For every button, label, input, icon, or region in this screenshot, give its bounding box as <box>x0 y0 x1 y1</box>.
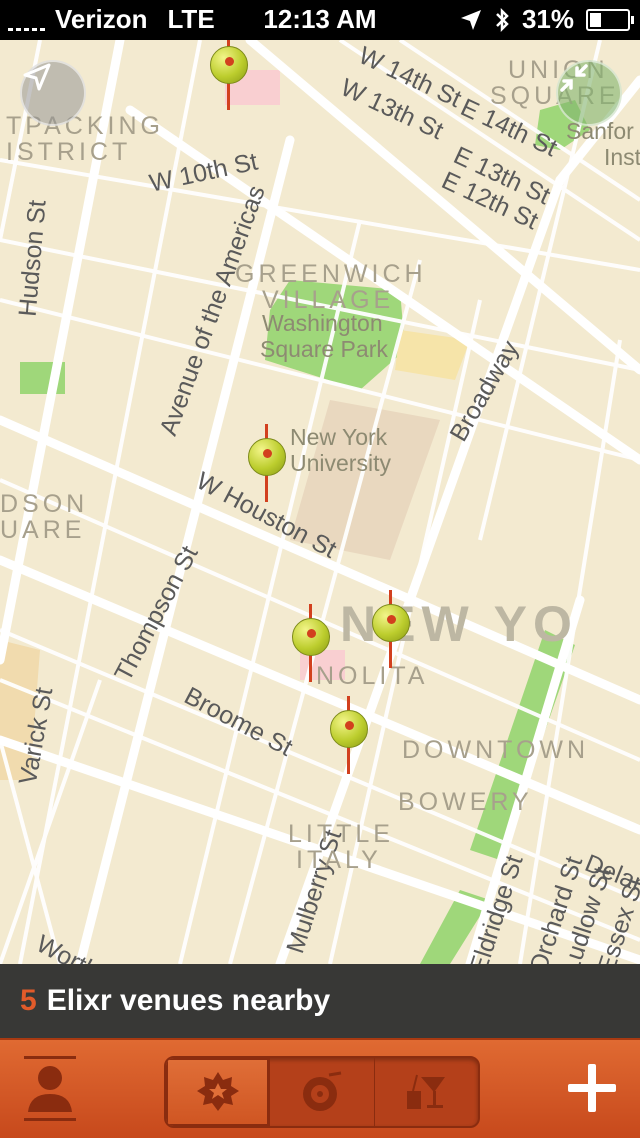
collapse-map-button[interactable] <box>556 60 622 126</box>
tab-venues[interactable] <box>166 1058 271 1126</box>
tab-drinks[interactable] <box>375 1058 478 1126</box>
area-label: GREENWICH <box>235 260 427 288</box>
bluetooth-icon <box>496 7 509 32</box>
place-label: Inst <box>604 144 640 170</box>
place-label: Square Park <box>260 336 388 362</box>
collapse-arrows-icon <box>560 64 588 92</box>
area-label: ISTRICT <box>6 138 132 166</box>
battery-percent: 31% <box>521 4 574 34</box>
venue-count: 5 <box>20 984 37 1017</box>
venue-pin[interactable] <box>292 604 332 684</box>
mode-segmented-control <box>164 1056 480 1128</box>
add-button[interactable] <box>564 1060 620 1116</box>
status-bar: Verizon LTE 12:13 AM 31% <box>0 0 640 40</box>
venues-nearby-banner[interactable]: 5 Elixr venues nearby <box>0 964 640 1038</box>
area-label: DSON <box>0 490 89 518</box>
battery-icon <box>586 8 634 31</box>
venue-pin[interactable] <box>210 40 250 112</box>
place-label: University <box>290 450 391 476</box>
venue-pin[interactable] <box>330 696 370 776</box>
area-label: DOWNTOWN <box>402 736 590 764</box>
venue-pin[interactable] <box>248 424 288 504</box>
place-label: Washington <box>262 310 383 336</box>
location-arrow-icon <box>460 9 481 30</box>
tab-bar <box>0 1038 640 1138</box>
area-label: ITALY <box>296 846 382 874</box>
plus-icon <box>568 1064 616 1112</box>
person-icon <box>24 1056 76 1121</box>
venues-nearby-text: Elixr venues nearby <box>46 984 331 1017</box>
record-icon <box>302 1071 342 1111</box>
locate-me-button[interactable] <box>20 60 86 126</box>
venue-pin[interactable] <box>372 590 412 670</box>
badge-star-icon <box>196 1072 239 1111</box>
place-label: New York <box>290 424 388 450</box>
location-arrow-icon <box>23 63 51 91</box>
map-view[interactable]: W 14th St W 13th St E 14th St E 13th St … <box>0 40 640 964</box>
area-label: BOWERY <box>398 788 533 816</box>
profile-button[interactable] <box>20 1052 80 1124</box>
tab-record[interactable] <box>270 1058 375 1126</box>
drinks-icon <box>407 1074 446 1109</box>
area-label: LITTLE <box>288 820 394 848</box>
area-label: UARE <box>0 516 86 544</box>
